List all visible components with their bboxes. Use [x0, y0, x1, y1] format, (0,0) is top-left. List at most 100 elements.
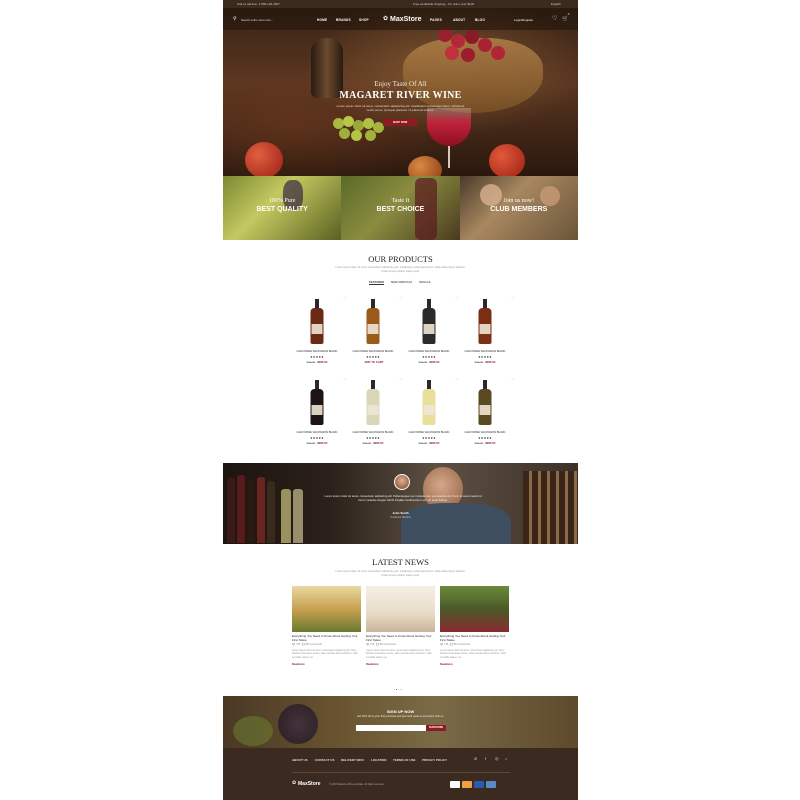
product-price: ADD TO CART: [343, 360, 403, 364]
products-section-title: OUR PRODUCTS: [368, 254, 433, 264]
old-price: $99.00: [474, 360, 484, 364]
twitter-icon[interactable]: 𝕕: [474, 756, 477, 761]
product-name[interactable]: CALIFORNIA SAUVIGNON BLANC: [455, 431, 515, 434]
brand-logo-icon: ✿: [383, 16, 389, 22]
eye-icon: 👁: [292, 643, 296, 646]
product-card[interactable]: ♡ CALIFORNIA SAUVIGNON BLANC ★★★★★ ADD TO C…: [343, 296, 403, 376]
product-price: $99.00 $280.00: [287, 360, 347, 364]
product-card[interactable]: ♡ CALIFORNIA SAUVIGNON BLANC ★★★★★ $99.00 $2…: [399, 296, 459, 376]
footer-link-contact[interactable]: CONTACT US: [315, 758, 334, 762]
product-name[interactable]: CALIFORNIA SAUVIGNON BLANC: [343, 431, 403, 434]
comment-icon: ✉: [301, 643, 306, 646]
nav-pages[interactable]: PAGES: [430, 18, 442, 22]
product-name[interactable]: CALIFORNIA SAUVIGNON BLANC: [287, 350, 347, 353]
product-rating: ★★★★★: [310, 436, 324, 440]
product-card[interactable]: ♡ CALIFORNIA SAUVIGNON BLANC ★★★★★ $99.00 $2…: [455, 377, 515, 457]
news-image[interactable]: [440, 586, 509, 632]
product-name[interactable]: CALIFORNIA SAUVIGNON BLANC: [455, 350, 515, 353]
news-comments: 56 Comments: [453, 643, 470, 646]
product-price: $99.00 $280.00: [343, 441, 403, 445]
paypal-icon: [450, 781, 460, 788]
search-icon[interactable]: ⚲: [233, 16, 237, 22]
language-select[interactable]: English: [551, 2, 561, 6]
eye-icon: 👁: [440, 643, 444, 646]
news-comments: 56 Comments: [379, 643, 396, 646]
news-title[interactable]: Everything You Need to Know About Gettin…: [440, 634, 509, 642]
search-input[interactable]: Search entire store here...: [241, 18, 273, 22]
product-price: $99.00 $280.00: [399, 360, 459, 364]
news-comments: 56 Comments: [305, 643, 322, 646]
nav-blog[interactable]: BLOG: [475, 18, 485, 22]
wishlist-icon[interactable]: ♡: [511, 296, 515, 301]
read-more-link[interactable]: Readmore: [366, 663, 379, 666]
banner-best-quality[interactable]: 100% Pure BEST QUALITY: [223, 176, 342, 240]
wishlist-icon[interactable]: ♡: [552, 15, 557, 22]
email-field[interactable]: [356, 725, 426, 731]
testimonial-section: Lorem ipsum dolor sit amet, consectetur …: [223, 463, 578, 544]
news-title[interactable]: Everything You Need to Know About Gettin…: [292, 634, 361, 642]
footer-link-location[interactable]: LOCATION: [371, 758, 386, 762]
news-section-title: LATEST NEWS: [372, 557, 429, 567]
product-card[interactable]: ♡ CALIFORNIA SAUVIGNON BLANC ★★★★★ $99.00 $2…: [399, 377, 459, 457]
current-price: $280.00: [317, 360, 328, 364]
facebook-icon[interactable]: f: [485, 756, 486, 761]
product-name[interactable]: CALIFORNIA SAUVIGNON BLANC: [287, 431, 347, 434]
banner-best-choice[interactable]: Taste It BEST CHOICE: [341, 176, 460, 240]
product-rating: ★★★★★: [422, 436, 436, 440]
product-card[interactable]: ♡ CALIFORNIA SAUVIGNON BLANC ★★★★★ $99.00 $2…: [455, 296, 515, 376]
product-card[interactable]: ♡ CALIFORNIA SAUVIGNON BLANC ★★★★★ $99.00 $2…: [287, 296, 347, 376]
tab-featured[interactable]: FEATURED: [369, 280, 385, 285]
cart-icon[interactable]: 🛒: [562, 16, 568, 22]
eye-icon: 👁: [366, 643, 370, 646]
product-name[interactable]: CALIFORNIA SAUVIGNON BLANC: [343, 350, 403, 353]
footer-logo-icon: ✿: [292, 780, 297, 786]
banner-club-members[interactable]: Join us now! CLUB MEMBERS: [459, 176, 578, 240]
product-name[interactable]: CALIFORNIA SAUVIGNON BLANC: [399, 431, 459, 434]
footer-link-delivery[interactable]: DELIVERY INFO: [341, 758, 364, 762]
pinterest-icon[interactable]: ○: [505, 756, 507, 761]
banner-subtitle: 100% Pure: [268, 198, 296, 204]
news-image[interactable]: [292, 586, 361, 632]
product-name[interactable]: CALIFORNIA SAUVIGNON BLANC: [399, 350, 459, 353]
product-card[interactable]: ♡ CALIFORNIA SAUVIGNON BLANC ★★★★★ $99.00 $2…: [343, 377, 403, 457]
products-section-description: Lorem ipsum dolor sit amet, consectetur …: [335, 266, 466, 273]
testimonial-role: Customer Review: [390, 516, 411, 519]
hero-description: Lorem ipsum dolor sit amet, consectetur …: [336, 104, 465, 112]
nav-shop[interactable]: SHOP: [359, 18, 369, 22]
banner-title: BEST CHOICE: [376, 206, 425, 213]
news-description: Lorem ipsum dolor sit amet, consectetur …: [292, 649, 358, 659]
read-more-link[interactable]: Readmore: [440, 663, 453, 666]
footer-link-privacy[interactable]: PRIVACY POLICY: [422, 758, 447, 762]
wishlist-icon[interactable]: ♡: [511, 377, 515, 382]
nav-brands[interactable]: BRANDS: [336, 18, 351, 22]
footer-brand[interactable]: MaxStore: [298, 781, 321, 787]
site-footer: ABOUT US CONTACT US DELIVERY INFO LOCATI…: [223, 748, 578, 800]
bottle-label: [367, 405, 379, 415]
footer-link-about[interactable]: ABOUT US: [292, 758, 308, 762]
testimonial-dots[interactable]: [394, 536, 401, 544]
brand-logo[interactable]: MaxStore: [390, 16, 422, 23]
hero-title: MAGARET RIVER WINE: [339, 90, 462, 101]
instagram-icon[interactable]: ◎: [495, 756, 499, 761]
current-price: $280.00: [485, 441, 496, 445]
read-more-link[interactable]: Readmore: [292, 663, 305, 666]
product-rating: ★★★★★: [366, 355, 380, 359]
product-card[interactable]: ♡ CALIFORNIA SAUVIGNON BLANC ★★★★★ $99.00 $2…: [287, 377, 347, 457]
shop-now-button[interactable]: SHOP NOW: [383, 119, 417, 126]
news-image[interactable]: [366, 586, 435, 632]
tab-new-arrivals[interactable]: NEW ARRIVALS: [391, 280, 412, 284]
nav-home[interactable]: HOME: [317, 18, 327, 22]
subscribe-button[interactable]: SUBSCRIBE: [426, 725, 446, 731]
news-pagination-dots[interactable]: [395, 677, 402, 695]
nav-about[interactable]: ABOUT: [453, 18, 465, 22]
news-description: Lorem ipsum dolor sit amet, consectetur …: [366, 649, 432, 659]
login-link[interactable]: Login/Register: [514, 18, 533, 22]
bottle-label: [311, 405, 323, 415]
news-title[interactable]: Everything You Need to Know About Gettin…: [366, 634, 435, 642]
news-description: Lorem ipsum dolor sit amet, consectetur …: [440, 649, 506, 659]
tab-onsale[interactable]: ONSALE: [419, 280, 431, 284]
footer-link-terms[interactable]: TERMS OF USE: [393, 758, 416, 762]
testimonial-author: John Smith: [392, 511, 409, 515]
old-price: $99.00: [306, 360, 316, 364]
cart-count: 0: [568, 13, 570, 16]
